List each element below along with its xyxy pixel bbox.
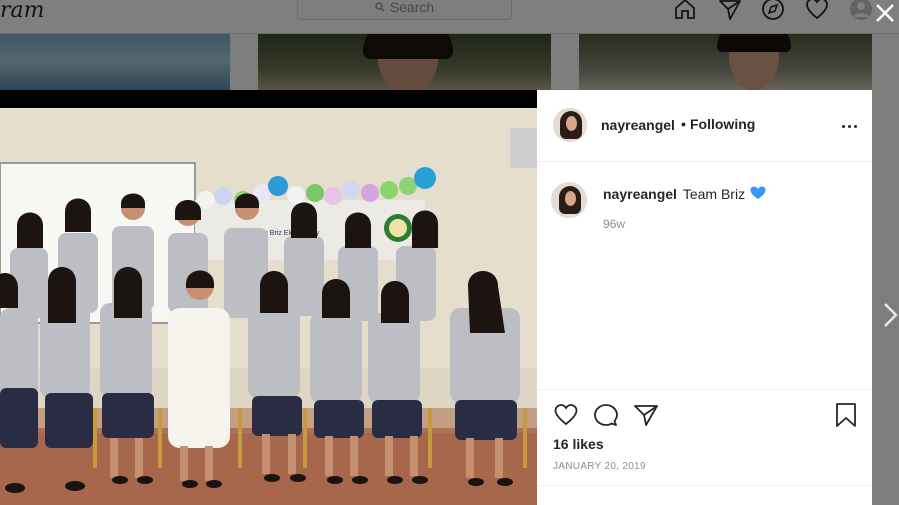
action-bar: 16 likes JANUARY 20, 2019: [537, 389, 872, 485]
share-direct-icon[interactable]: [633, 402, 659, 428]
close-icon[interactable]: [872, 0, 898, 26]
avatar[interactable]: [553, 108, 587, 142]
bookmark-icon[interactable]: [833, 402, 859, 428]
more-options-icon[interactable]: [839, 117, 859, 135]
post-header: nayreangel • Following: [537, 90, 872, 162]
caption-username-link[interactable]: nayreangel: [603, 186, 677, 202]
chevron-right-icon[interactable]: [880, 300, 899, 330]
post-date[interactable]: JANUARY 20, 2019: [553, 461, 646, 472]
caption-avatar[interactable]: [551, 182, 587, 218]
group-photo-image: Don Briz Elementary: [0, 108, 537, 505]
post-photo[interactable]: Don Briz Elementary: [0, 90, 537, 505]
add-comment-area[interactable]: [537, 485, 872, 505]
caption: nayreangel Team Briz: [603, 186, 766, 202]
header-username-link[interactable]: nayreangel: [601, 117, 675, 133]
following-button[interactable]: Following: [690, 116, 755, 132]
blue-heart-icon: [750, 186, 766, 199]
separator-dot: •: [681, 116, 686, 132]
like-heart-icon[interactable]: [553, 402, 579, 428]
caption-text: Team Briz: [682, 186, 746, 202]
comment-icon[interactable]: [593, 402, 619, 428]
caption-timestamp[interactable]: 96w: [603, 217, 625, 231]
post-detail-panel: nayreangel • Following nayreangel Team B…: [537, 90, 872, 505]
likes-count[interactable]: 16 likes: [553, 436, 604, 452]
